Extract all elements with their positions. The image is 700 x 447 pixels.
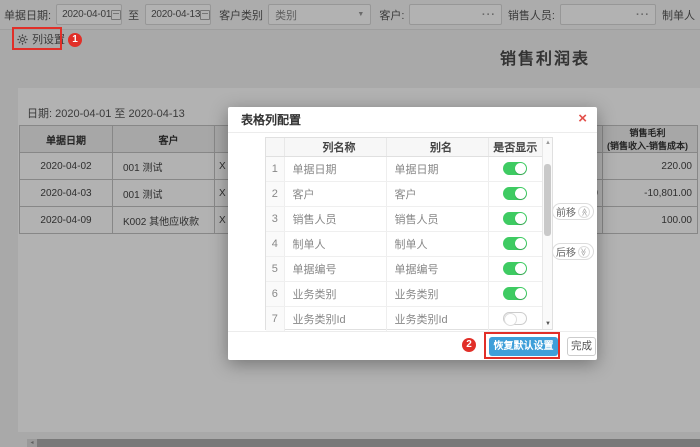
restore-default-button[interactable]: 恢复默认设置 [489, 337, 558, 356]
app-screen: 单据日期: 2020-04-01 至 2020-04-13 客户类别 类别 ▼ … [0, 0, 700, 447]
modal-footer: 恢复默认设置 完成 [228, 331, 597, 360]
config-row-alias: 业务类别Id [386, 306, 488, 331]
config-row-num: 5 [266, 256, 284, 281]
visibility-toggle[interactable] [503, 212, 527, 225]
config-row[interactable]: 5 单据编号 单据编号 [266, 256, 542, 281]
modal-vertical-scrollbar[interactable]: ▲ ▼ [542, 138, 552, 329]
step1-badge: 1 [68, 33, 82, 47]
config-row[interactable]: 1 单据日期 单据日期 [266, 156, 542, 181]
step2-badge: 2 [462, 338, 476, 352]
config-row-name: 客户 [284, 181, 386, 206]
config-row-name: 业务类别 [284, 281, 386, 306]
config-header-index [266, 138, 284, 156]
move-up-label: 前移 [556, 204, 576, 219]
modal-scrollbar-thumb[interactable] [544, 164, 551, 236]
move-down-label: 后移 [556, 244, 576, 259]
config-row-name: 单据日期 [284, 156, 386, 181]
config-row[interactable]: 3 销售人员 销售人员 [266, 206, 542, 231]
config-row[interactable]: 6 业务类别 业务类别 [266, 281, 542, 306]
scroll-down-icon[interactable]: ▼ [543, 321, 553, 327]
config-row[interactable]: 2 客户 客户 [266, 181, 542, 206]
config-row-num: 1 [266, 156, 284, 181]
done-button[interactable]: 完成 [567, 337, 596, 356]
column-config-modal: 表格列配置 × 列名称 别名 是否显示 1 单据日期 单据日期 2 [228, 107, 597, 360]
visibility-toggle[interactable] [503, 312, 527, 325]
config-header-show: 是否显示 [488, 138, 542, 156]
modal-title: 表格列配置 [228, 107, 597, 133]
config-row-name: 制单人 [284, 231, 386, 256]
config-header-name: 列名称 [284, 138, 386, 156]
column-config-table: 列名称 别名 是否显示 1 单据日期 单据日期 2 客户 客户 3 [266, 138, 542, 332]
scroll-up-icon[interactable]: ▲ [543, 140, 553, 146]
column-config-table-wrap: 列名称 别名 是否显示 1 单据日期 单据日期 2 客户 客户 3 [265, 137, 553, 330]
double-chevron-down-icon: ≪ [578, 246, 590, 258]
visibility-toggle[interactable] [503, 162, 527, 175]
config-row[interactable]: 7 业务类别Id 业务类别Id [266, 306, 542, 331]
config-row-alias: 客户 [386, 181, 488, 206]
modal-header: 表格列配置 × [228, 107, 597, 133]
move-up-button[interactable]: 前移 ≪ [552, 203, 594, 220]
double-chevron-up-icon: ≪ [578, 206, 590, 218]
visibility-toggle[interactable] [503, 187, 527, 200]
config-row-num: 6 [266, 281, 284, 306]
config-header-row: 列名称 别名 是否显示 [266, 138, 542, 156]
visibility-toggle[interactable] [503, 287, 527, 300]
config-row-alias: 销售人员 [386, 206, 488, 231]
visibility-toggle[interactable] [503, 262, 527, 275]
config-row-name: 销售人员 [284, 206, 386, 231]
move-down-button[interactable]: 后移 ≪ [552, 243, 594, 260]
config-row-name: 单据编号 [284, 256, 386, 281]
close-icon[interactable]: × [578, 111, 587, 127]
config-row-alias: 业务类别 [386, 281, 488, 306]
config-row-alias: 制单人 [386, 231, 488, 256]
config-row-num: 3 [266, 206, 284, 231]
config-row[interactable]: 4 制单人 制单人 [266, 231, 542, 256]
config-row-num: 2 [266, 181, 284, 206]
config-header-alias: 别名 [386, 138, 488, 156]
config-row-alias: 单据日期 [386, 156, 488, 181]
config-row-num: 7 [266, 306, 284, 331]
config-row-name: 业务类别Id [284, 306, 386, 331]
config-row-alias: 单据编号 [386, 256, 488, 281]
config-row-num: 4 [266, 231, 284, 256]
visibility-toggle[interactable] [503, 237, 527, 250]
